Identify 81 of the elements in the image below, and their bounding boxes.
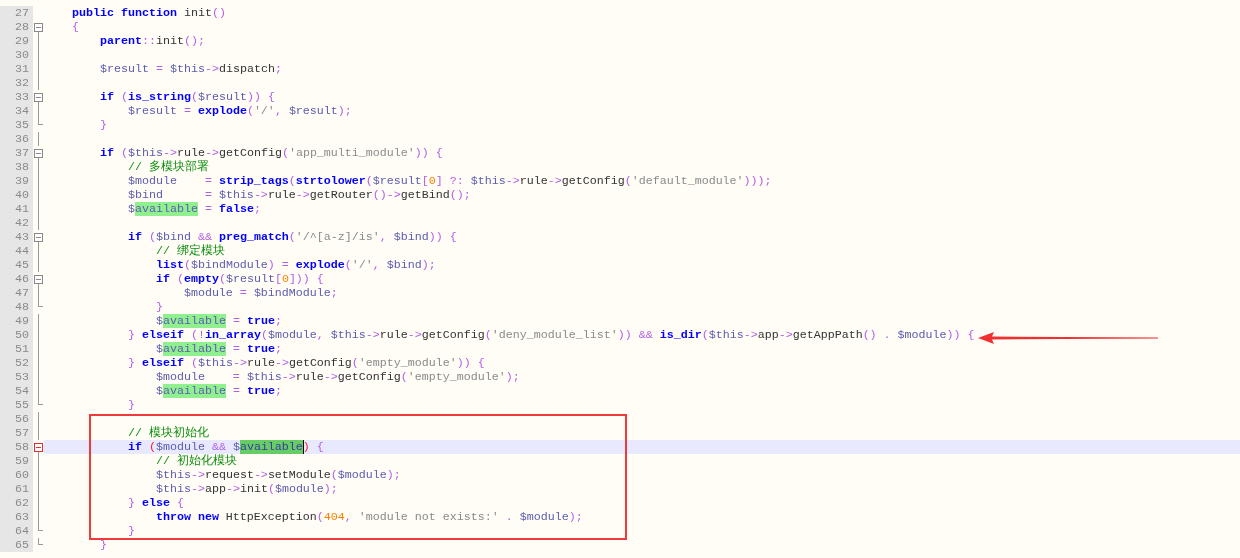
line-number: 40 <box>0 188 33 202</box>
line-number: 61 <box>0 482 33 496</box>
code-line: // 初始化模块 <box>154 454 237 468</box>
code-line: // 模块初始化 <box>126 426 209 440</box>
code-line: parent::init(); <box>98 34 205 48</box>
fold-end-marker <box>39 124 43 125</box>
code-line: $result = explode('/', $result); <box>126 104 352 118</box>
line-number: 39 <box>0 174 33 188</box>
line-number: 50 <box>0 328 33 342</box>
line-number: 33 <box>0 90 33 104</box>
line-number: 58 <box>0 440 33 454</box>
code-line: } <box>98 118 107 132</box>
collapse-icon[interactable] <box>34 274 43 284</box>
line-number: 48 <box>0 300 33 314</box>
code-line: if (is_string($result)) { <box>98 90 275 104</box>
line-number: 56 <box>0 412 33 426</box>
fold-line <box>38 538 39 545</box>
line-number: 37 <box>0 146 33 160</box>
line-number: 59 <box>0 454 33 468</box>
fold-line <box>38 132 39 146</box>
code-line: list($bindModule) = explode('/', $bind); <box>154 258 436 272</box>
line-number: 41 <box>0 202 33 216</box>
code-line: } <box>98 538 107 552</box>
line-number: 45 <box>0 258 33 272</box>
code-line: if ($bind && preg_match('/^[a-z]/is', $bind)) { <box>126 230 457 244</box>
line-number: 46 <box>0 272 33 286</box>
code-line: $module = $this->rule->getConfig('empty_module'); <box>154 370 520 384</box>
line-number: 44 <box>0 244 33 258</box>
code-line: if (empty($result[0])) { <box>154 272 324 286</box>
collapse-icon[interactable] <box>34 232 43 242</box>
code-line: if ($this->rule->getConfig('app_multi_module')) { <box>98 146 443 160</box>
line-number: 57 <box>0 426 33 440</box>
line-number: 52 <box>0 356 33 370</box>
code-line: // 多模块部署 <box>126 160 209 174</box>
line-number: 47 <box>0 286 33 300</box>
line-number: 28 <box>0 20 33 34</box>
line-number: 36 <box>0 132 33 146</box>
collapse-icon[interactable] <box>34 148 43 158</box>
fold-end-marker <box>39 544 43 545</box>
code-line: throw new HttpException(404, 'module not exists:' . $module); <box>154 510 583 524</box>
line-number: 60 <box>0 468 33 482</box>
code-line: public function init() <box>70 6 226 20</box>
line-number: 29 <box>0 34 33 48</box>
line-number: 54 <box>0 384 33 398</box>
line-number: 32 <box>0 76 33 90</box>
code-line: $this->app->init($module); <box>154 482 338 496</box>
collapse-icon[interactable] <box>34 22 43 32</box>
code-line: } <box>126 524 135 538</box>
line-number: 49 <box>0 314 33 328</box>
line-number: 31 <box>0 62 33 76</box>
code-line: } <box>154 300 163 314</box>
code-line: { <box>70 20 79 34</box>
code-line: $result = $this->dispatch; <box>98 62 282 76</box>
code-line: } else { <box>126 496 184 510</box>
fold-end-marker <box>39 306 43 307</box>
line-number: 38 <box>0 160 33 174</box>
code-line: } elseif (!in_array($module, $this->rule->getConfig('deny_module_list')) && is_dir($this->app->getAppPath() . $module)) { <box>126 328 975 342</box>
line-number: 64 <box>0 524 33 538</box>
fold-end-marker <box>39 404 43 405</box>
line-number: 53 <box>0 370 33 384</box>
code-line: $module = strip_tags(strtolower($result[0] ?: $this->rule->getConfig('default_module'))); <box>126 174 772 188</box>
code-line: $bind = $this->rule->getRouter()->getBind(); <box>126 188 471 202</box>
line-number: 62 <box>0 496 33 510</box>
code-line: // 绑定模块 <box>154 244 225 258</box>
line-number: 35 <box>0 118 33 132</box>
line-number: 55 <box>0 398 33 412</box>
code-line: } <box>126 398 135 412</box>
collapse-icon[interactable] <box>34 442 43 452</box>
code-line: } elseif ($this->rule->getConfig('empty_module')) { <box>126 356 485 370</box>
code-line: $this->request->setModule($module); <box>154 468 401 482</box>
line-number: 51 <box>0 342 33 356</box>
line-number: 65 <box>0 538 33 552</box>
line-number: 27 <box>0 6 33 20</box>
collapse-icon[interactable] <box>34 92 43 102</box>
code-line: $module = $bindModule; <box>182 286 338 300</box>
line-number: 43 <box>0 230 33 244</box>
fold-end-marker <box>39 530 43 531</box>
line-number: 30 <box>0 48 33 62</box>
line-number: 34 <box>0 104 33 118</box>
line-number: 63 <box>0 510 33 524</box>
line-number: 42 <box>0 216 33 230</box>
